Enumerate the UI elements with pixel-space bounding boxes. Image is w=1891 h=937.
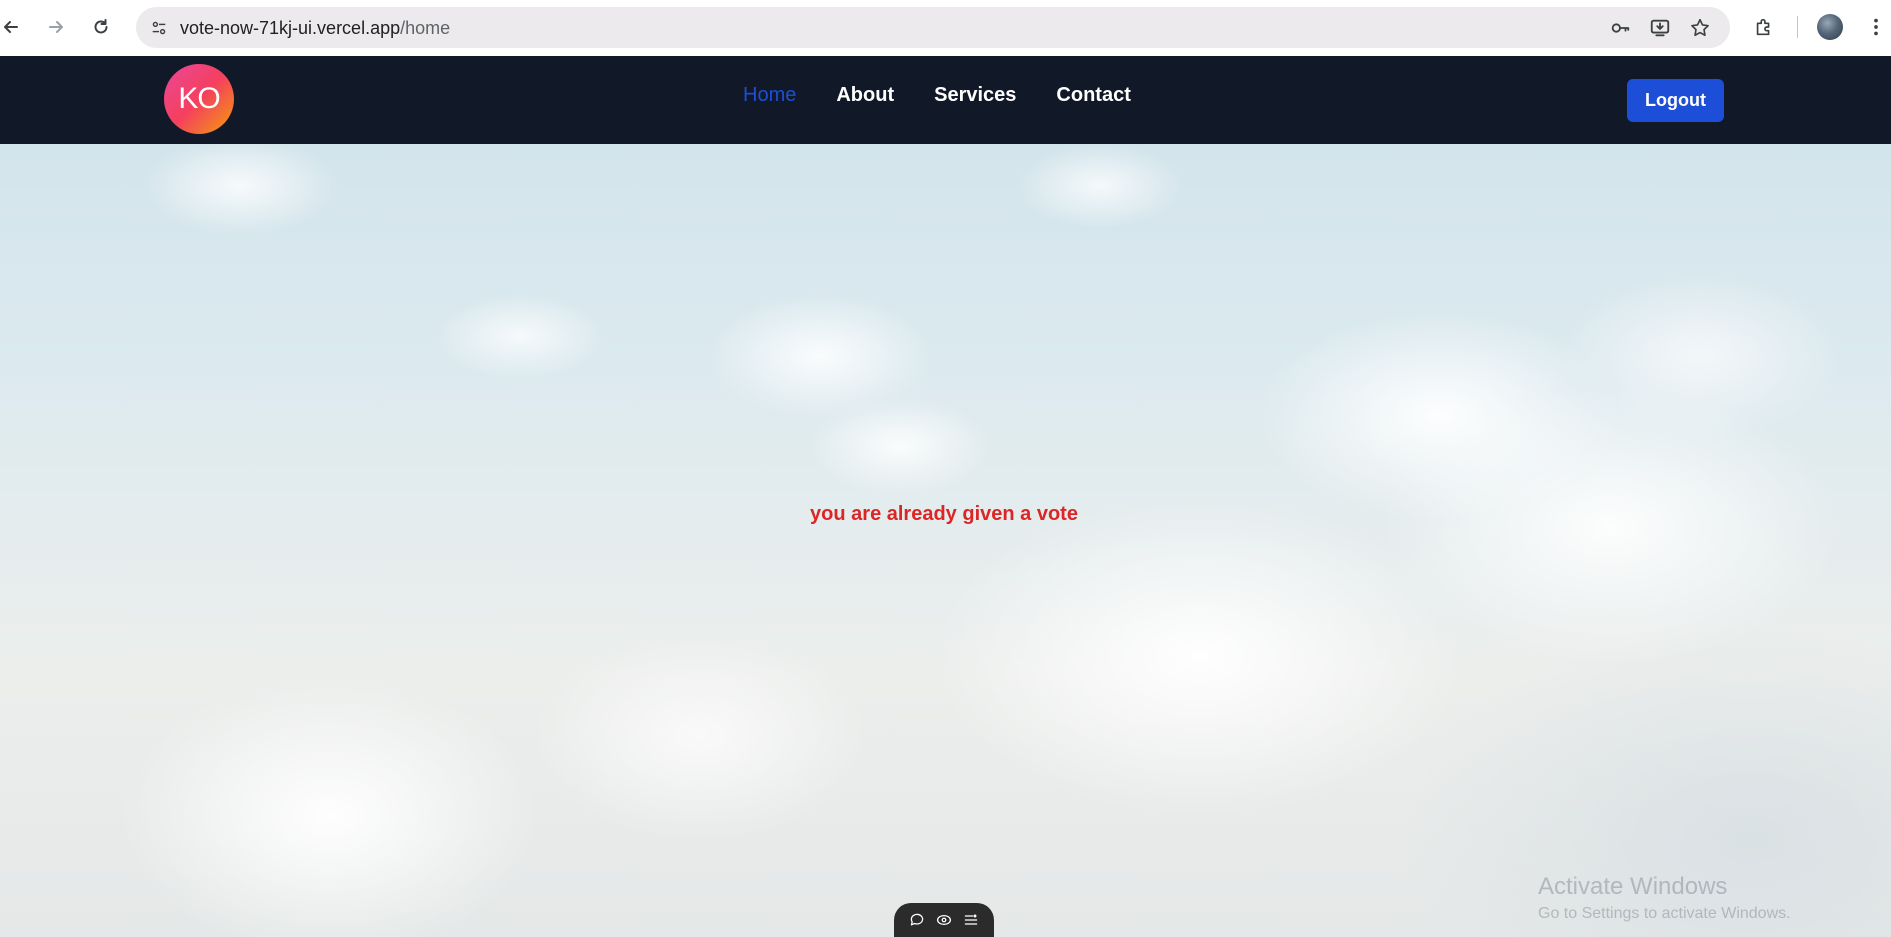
browser-toolbar: vote-now-71kj-ui.vercel.app/home: [0, 0, 1891, 56]
list-settings-icon[interactable]: [961, 910, 981, 930]
key-icon[interactable]: [1608, 16, 1632, 40]
address-bar[interactable]: vote-now-71kj-ui.vercel.app/home: [136, 7, 1730, 48]
site-navbar: KO Home About Services Contact Logout: [0, 56, 1891, 144]
site-logo[interactable]: KO: [164, 64, 234, 134]
site-settings-icon[interactable]: [146, 15, 172, 41]
kebab-menu-icon[interactable]: [1862, 13, 1890, 41]
floating-toolbar: [894, 903, 994, 937]
nav-link-services[interactable]: Services: [934, 84, 1016, 107]
eye-icon[interactable]: [934, 910, 954, 930]
url-host: vote-now-71kj-ui.vercel.app: [180, 18, 401, 38]
sky-background: [0, 56, 1891, 937]
reload-icon[interactable]: [86, 12, 116, 42]
nav-links: Home About Services Contact: [743, 84, 1131, 107]
install-app-icon[interactable]: [1648, 16, 1672, 40]
back-arrow-icon[interactable]: [0, 12, 26, 42]
star-icon[interactable]: [1688, 16, 1712, 40]
vote-status-message: you are already given a vote: [810, 503, 1078, 525]
logo-text: KO: [178, 82, 220, 115]
nav-link-contact[interactable]: Contact: [1056, 84, 1130, 107]
windows-activation-watermark: Activate Windows Go to Settings to activ…: [1538, 873, 1791, 923]
toolbar-divider: [1797, 16, 1798, 38]
profile-avatar[interactable]: [1817, 14, 1843, 40]
puzzle-icon[interactable]: [1750, 13, 1778, 41]
nav-link-home[interactable]: Home: [743, 84, 796, 107]
forward-arrow-icon[interactable]: [41, 12, 71, 42]
url-path: /home: [400, 18, 451, 38]
nav-link-about[interactable]: About: [836, 84, 894, 107]
watermark-title: Activate Windows: [1538, 873, 1728, 900]
url-text[interactable]: vote-now-71kj-ui.vercel.app/home: [180, 18, 450, 39]
chat-bubble-icon[interactable]: [907, 910, 927, 930]
watermark-subtitle: Go to Settings to activate Windows.: [1538, 905, 1791, 922]
page-viewport: KO Home About Services Contact Logout yo…: [0, 56, 1891, 937]
logout-button[interactable]: Logout: [1627, 79, 1724, 122]
